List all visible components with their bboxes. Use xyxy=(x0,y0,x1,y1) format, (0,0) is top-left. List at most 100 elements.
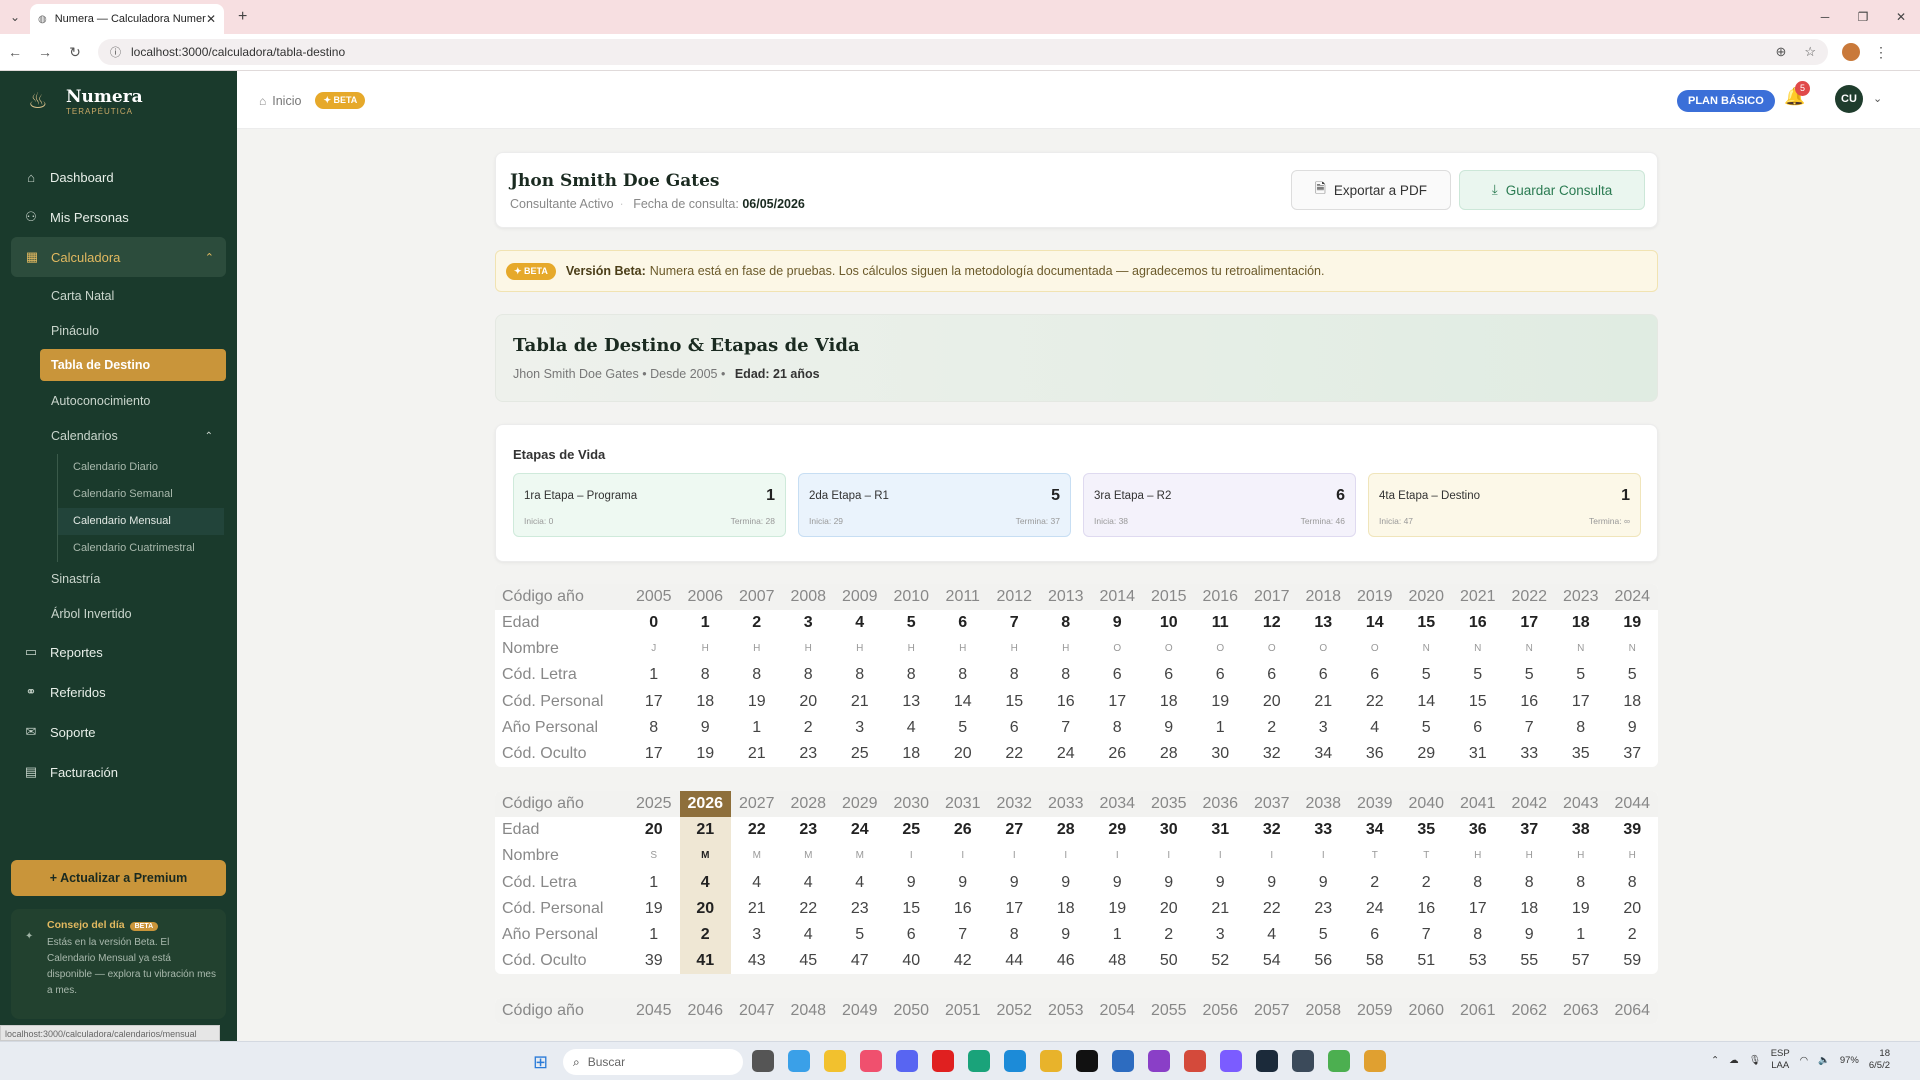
mic-icon[interactable]: 🎙 xyxy=(1749,1055,1761,1066)
year-header[interactable]: 2041 xyxy=(1452,791,1504,818)
sidebar-item-facturacion[interactable]: ▤ Facturación xyxy=(0,752,237,792)
app-icon[interactable] xyxy=(1328,1050,1350,1072)
bookmark-star-icon[interactable]: ☆ xyxy=(1804,44,1816,60)
sidebar-item-calendario-diario[interactable]: Calendario Diario xyxy=(58,454,237,481)
sidebar-item-calculadora[interactable]: ▦ Calculadora ⌃ xyxy=(11,237,226,277)
back-icon[interactable]: ← xyxy=(0,44,30,60)
user-avatar[interactable]: CU xyxy=(1835,85,1863,113)
upgrade-premium-button[interactable]: + Actualizar a Premium xyxy=(11,860,226,896)
sidebar-item-tabla-destino[interactable]: Tabla de Destino xyxy=(40,349,226,381)
year-header[interactable]: 2057 xyxy=(1246,998,1298,1025)
reload-icon[interactable]: ↻ xyxy=(60,44,90,61)
app-icon[interactable] xyxy=(1076,1050,1098,1072)
discord-icon[interactable] xyxy=(896,1050,918,1072)
year-header[interactable]: 2025 xyxy=(628,791,680,818)
year-header[interactable]: 2033 xyxy=(1040,791,1092,818)
url-field[interactable]: ⓘ localhost:3000/calculadora/tabla-desti… xyxy=(98,39,1828,65)
sidebar-item-calendarios[interactable]: Calendarios ⌃ xyxy=(0,419,237,454)
sidebar-item-calendario-semanal[interactable]: Calendario Semanal xyxy=(58,481,237,508)
chrome-icon[interactable] xyxy=(1040,1050,1062,1072)
save-consult-button[interactable]: ⤓ Guardar Consulta xyxy=(1459,170,1645,210)
app-icon[interactable] xyxy=(1148,1050,1170,1072)
site-info-icon[interactable]: ⓘ xyxy=(110,44,121,60)
year-header[interactable]: 2049 xyxy=(834,998,886,1025)
year-header[interactable]: 2027 xyxy=(731,791,783,818)
year-header[interactable]: 2014 xyxy=(1091,584,1143,610)
year-header[interactable]: 2038 xyxy=(1297,791,1349,818)
app-icon[interactable] xyxy=(1292,1050,1314,1072)
chevron-up-icon[interactable]: ⌃ xyxy=(1711,1055,1719,1066)
sidebar-item-calendario-mensual[interactable]: Calendario Mensual xyxy=(58,508,224,535)
year-header[interactable]: 2013 xyxy=(1040,584,1092,610)
taskview-icon[interactable] xyxy=(752,1050,774,1072)
battery-level[interactable]: 97% xyxy=(1840,1055,1859,1066)
sidebar-item-referidos[interactable]: ⚭ Referidos xyxy=(0,672,237,712)
year-header[interactable]: 2028 xyxy=(782,791,834,818)
stage-card-4[interactable]: 4ta Etapa – Destino 1 Inicia: 47 Termina… xyxy=(1368,473,1641,537)
stage-card-3[interactable]: 3ra Etapa – R2 6 Inicia: 38 Termina: 46 xyxy=(1083,473,1356,537)
app-icon[interactable] xyxy=(1220,1050,1242,1072)
year-header[interactable]: 2034 xyxy=(1091,791,1143,818)
close-tab-icon[interactable]: ✕ xyxy=(206,12,216,26)
minimize-button[interactable]: ─ xyxy=(1806,0,1844,34)
year-header[interactable]: 2024 xyxy=(1606,584,1658,610)
chrome-icon[interactable] xyxy=(1184,1050,1206,1072)
year-header[interactable]: 2015 xyxy=(1143,584,1195,610)
year-header[interactable]: 2061 xyxy=(1452,998,1504,1025)
tab-search-icon[interactable]: ⌄ xyxy=(0,0,30,34)
sidebar-item-sinastria[interactable]: Sinastría xyxy=(0,562,237,597)
restore-button[interactable]: ❐ xyxy=(1844,0,1882,34)
brand-logo[interactable]: ♨ Numera TERAPÉUTICA xyxy=(0,71,237,131)
year-header[interactable]: 2054 xyxy=(1091,998,1143,1025)
chrome-icon[interactable] xyxy=(1364,1050,1386,1072)
store-icon[interactable] xyxy=(1112,1050,1134,1072)
sidebar-item-reportes[interactable]: ▭ Reportes xyxy=(0,632,237,672)
year-header[interactable]: 2045 xyxy=(628,998,680,1025)
year-header[interactable]: 2043 xyxy=(1555,791,1607,818)
youtube-icon[interactable] xyxy=(932,1050,954,1072)
year-header[interactable]: 2023 xyxy=(1555,584,1607,610)
year-header[interactable]: 2052 xyxy=(988,998,1040,1025)
chevron-down-icon[interactable]: ⌄ xyxy=(1873,92,1882,105)
notifications-button[interactable]: 🔔 5 xyxy=(1784,81,1810,107)
year-header[interactable]: 2048 xyxy=(782,998,834,1025)
year-header[interactable]: 2035 xyxy=(1143,791,1195,818)
year-header[interactable]: 2047 xyxy=(731,998,783,1025)
folder-icon[interactable] xyxy=(824,1050,846,1072)
sidebar-item-mis-personas[interactable]: ⚇ Mis Personas xyxy=(0,197,237,237)
close-window-button[interactable]: ✕ xyxy=(1882,0,1920,34)
year-header[interactable]: 2011 xyxy=(937,584,989,610)
breadcrumb-inicio[interactable]: Inicio xyxy=(272,94,301,108)
year-header[interactable]: 2006 xyxy=(679,584,731,610)
year-header[interactable]: 2036 xyxy=(1194,791,1246,818)
sidebar-item-carta-natal[interactable]: Carta Natal xyxy=(0,279,237,314)
year-header[interactable]: 2016 xyxy=(1194,584,1246,610)
language-indicator[interactable]: ESP LAA xyxy=(1771,1048,1790,1072)
app-icon[interactable] xyxy=(1256,1050,1278,1072)
stage-card-2[interactable]: 2da Etapa – R1 5 Inicia: 29 Termina: 37 xyxy=(798,473,1071,537)
new-tab-button[interactable]: + xyxy=(238,8,247,26)
profile-avatar[interactable] xyxy=(1842,43,1860,61)
year-header[interactable]: 2051 xyxy=(937,998,989,1025)
year-header[interactable]: 2060 xyxy=(1400,998,1452,1025)
year-header[interactable]: 2012 xyxy=(988,584,1040,610)
browser-menu-icon[interactable]: ⋮ xyxy=(1874,44,1888,61)
sidebar-item-soporte[interactable]: ✉ Soporte xyxy=(0,712,237,752)
year-header[interactable]: 2010 xyxy=(885,584,937,610)
cloud-icon[interactable]: ☁ xyxy=(1729,1055,1739,1066)
year-header[interactable]: 2018 xyxy=(1297,584,1349,610)
music-icon[interactable] xyxy=(860,1050,882,1072)
year-header[interactable]: 2056 xyxy=(1194,998,1246,1025)
year-header[interactable]: 2030 xyxy=(885,791,937,818)
year-header[interactable]: 2022 xyxy=(1503,584,1555,610)
year-header[interactable]: 2008 xyxy=(782,584,834,610)
year-header[interactable]: 2009 xyxy=(834,584,886,610)
year-header[interactable]: 2005 xyxy=(628,584,680,610)
clock[interactable]: 18 6/5/2 xyxy=(1869,1048,1890,1072)
app-icon[interactable] xyxy=(788,1050,810,1072)
taskbar-search[interactable]: ⌕ Buscar xyxy=(563,1049,743,1075)
year-header[interactable]: 2053 xyxy=(1040,998,1092,1025)
edge-icon[interactable] xyxy=(1004,1050,1026,1072)
year-header[interactable]: 2064 xyxy=(1606,998,1658,1025)
windows-start-icon[interactable]: ⊞ xyxy=(533,1052,548,1073)
